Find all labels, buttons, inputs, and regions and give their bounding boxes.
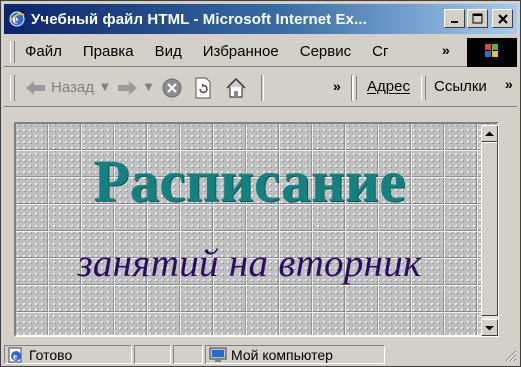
page-heading: Расписание — [93, 148, 406, 214]
links-grip[interactable] — [421, 75, 426, 100]
menu-bar: Файл Правка Вид Избранное Сервис Сг » — [4, 37, 517, 67]
status-progress-cell — [134, 345, 171, 364]
menu-edit[interactable]: Правка — [83, 43, 134, 60]
menu-favorites[interactable]: Избранное — [203, 43, 279, 60]
menu-more-chevron[interactable]: » — [442, 42, 450, 58]
maximize-icon — [472, 13, 483, 24]
windows-logo — [467, 38, 517, 67]
minimize-button[interactable] — [444, 9, 465, 28]
menu-file[interactable]: Файл — [25, 43, 62, 60]
my-computer-icon — [209, 347, 227, 362]
close-icon — [497, 13, 508, 24]
refresh-button[interactable] — [193, 77, 213, 99]
scroll-down-icon — [485, 325, 494, 330]
links-more-chevron[interactable]: » — [505, 76, 513, 92]
home-button[interactable] — [225, 77, 247, 99]
window-title: Учебный файл HTML - Microsoft Internet E… — [31, 10, 367, 28]
status-bar: e Готово Мой компьютер — [4, 344, 517, 365]
links-label[interactable]: Ссылки — [434, 78, 487, 95]
back-label: Назад — [51, 79, 94, 96]
status-lock-cell — [173, 345, 203, 364]
scroll-down-button[interactable] — [481, 319, 498, 336]
menu-view[interactable]: Вид — [155, 43, 182, 60]
address-grip[interactable] — [352, 75, 357, 100]
ie-logo-icon: e — [8, 10, 26, 28]
resize-grip-icon — [505, 350, 517, 361]
toolbar-grip[interactable] — [10, 74, 15, 101]
forward-dropdown-icon[interactable]: ▼ — [145, 82, 153, 93]
back-dropdown-icon[interactable]: ▼ — [101, 82, 109, 93]
refresh-icon — [195, 77, 211, 98]
scroll-thumb[interactable] — [481, 142, 498, 316]
browser-window: e Учебный файл HTML - Microsoft Internet… — [0, 0, 521, 367]
menu-grip[interactable] — [10, 40, 15, 63]
toolbar-more-chevron[interactable]: » — [333, 78, 341, 94]
address-bar-label[interactable]: Адрес — [367, 78, 410, 95]
page-content[interactable]: Расписание занятий на вторник — [15, 123, 498, 336]
stop-icon — [162, 78, 182, 97]
page-subheading: занятий на вторник — [77, 242, 422, 285]
svg-text:e: e — [13, 351, 17, 361]
minimize-icon — [450, 20, 458, 23]
resize-grip-cell[interactable] — [387, 345, 517, 364]
back-button[interactable]: Назад — [25, 79, 94, 96]
ie-page-icon: e — [8, 347, 22, 362]
standard-toolbar: Назад ▼ ▼ » Адрес Ссылки » — [4, 69, 517, 107]
title-bar[interactable]: e Учебный файл HTML - Microsoft Internet… — [4, 4, 517, 34]
scroll-up-button[interactable] — [481, 125, 498, 142]
scroll-up-icon — [485, 131, 494, 136]
menu-help-truncated[interactable]: Сг — [372, 43, 388, 60]
status-text: Готово — [29, 346, 73, 363]
stop-button[interactable] — [161, 77, 183, 99]
status-zone-cell: Мой компьютер — [205, 345, 385, 364]
toolbar-separator — [261, 74, 265, 101]
back-arrow-icon — [26, 80, 45, 95]
status-main-cell: e Готово — [4, 345, 132, 364]
close-button[interactable] — [492, 9, 513, 28]
security-zone-label: Мой компьютер — [231, 346, 333, 363]
windows-flag-icon — [485, 44, 498, 57]
menu-tools[interactable]: Сервис — [300, 43, 351, 60]
vertical-scrollbar[interactable] — [481, 125, 498, 336]
maximize-button[interactable] — [467, 9, 488, 28]
home-icon — [226, 77, 246, 98]
forward-button[interactable] — [116, 80, 138, 96]
forward-arrow-icon — [117, 80, 137, 95]
window-controls — [444, 9, 513, 28]
